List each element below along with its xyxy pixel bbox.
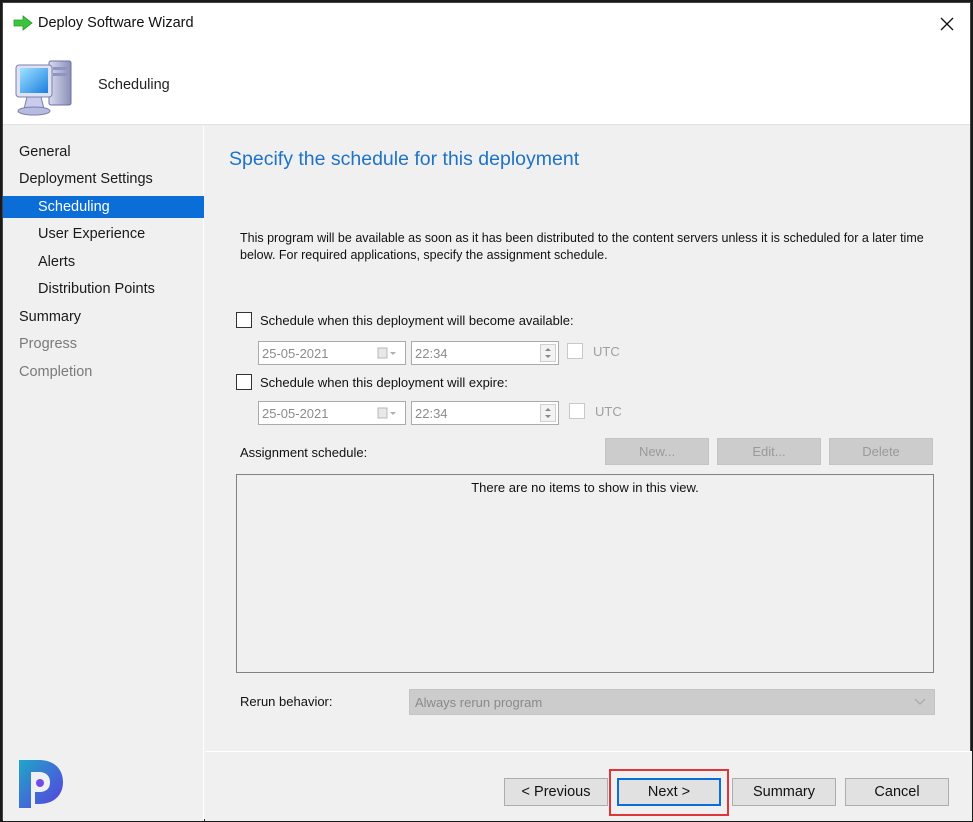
wizard-footer: < Previous Next > Summary Cancel	[205, 751, 972, 821]
sidebar-item-alerts[interactable]: Alerts	[3, 251, 204, 273]
empty-list-message: There are no items to show in this view.	[471, 480, 699, 495]
calendar-dropdown-icon	[377, 407, 397, 419]
available-checkbox-label: Schedule when this deployment will becom…	[260, 312, 574, 328]
rerun-behavior-select: Always rerun program	[409, 689, 935, 715]
sidebar-item-user-experience[interactable]: User Experience	[3, 223, 204, 245]
expire-date-value: 25-05-2021	[262, 406, 329, 421]
previous-button[interactable]: < Previous	[504, 778, 608, 806]
expire-date-picker: 25-05-2021	[258, 401, 406, 425]
assignment-schedule-list[interactable]: There are no items to show in this view.	[236, 474, 934, 673]
expire-utc-checkbox-row: UTC	[569, 403, 622, 419]
expire-checkbox[interactable]	[236, 374, 252, 390]
available-utc-checkbox-row: UTC	[567, 343, 620, 359]
new-schedule-button: New...	[605, 438, 709, 465]
edit-schedule-button: Edit...	[717, 438, 821, 465]
description-text: This program will be available as soon a…	[240, 231, 924, 262]
expire-time-value: 22:34	[415, 406, 448, 421]
wizard-window: Deploy Software Wizard Scheduling Genera…	[2, 2, 972, 821]
close-icon	[940, 17, 954, 31]
expire-checkbox-row[interactable]: Schedule when this deployment will expir…	[236, 374, 508, 390]
available-time-field: 22:34	[411, 341, 559, 365]
expire-utc-checkbox	[569, 403, 585, 419]
expire-time-field: 22:34	[411, 401, 559, 425]
rerun-behavior-label: Rerun behavior:	[240, 694, 333, 709]
wizard-steps-sidebar: General Deployment Settings Scheduling U…	[3, 126, 204, 821]
assignment-schedule-label: Assignment schedule:	[240, 445, 368, 460]
sidebar-item-progress: Progress	[19, 336, 78, 352]
delete-schedule-button: Delete	[829, 438, 933, 465]
computer-icon	[15, 60, 72, 116]
sidebar-item-deployment-settings[interactable]: Deployment Settings	[3, 168, 204, 190]
sidebar-item-summary[interactable]: Summary	[3, 306, 204, 328]
window-title: Deploy Software Wizard	[38, 15, 194, 31]
close-button[interactable]	[924, 3, 970, 45]
available-utc-checkbox	[567, 343, 583, 359]
time-spinner-icon	[540, 344, 556, 362]
available-checkbox[interactable]	[236, 312, 252, 328]
brand-logo-icon	[19, 760, 63, 808]
expire-utc-label: UTC	[595, 403, 622, 419]
available-utc-label: UTC	[593, 343, 620, 359]
expire-checkbox-label: Schedule when this deployment will expir…	[260, 374, 508, 390]
sidebar-item-general[interactable]: General	[3, 141, 204, 163]
chevron-down-icon	[914, 698, 926, 705]
step-title: Scheduling	[98, 77, 170, 93]
sidebar-item-scheduling[interactable]: Scheduling	[3, 196, 204, 218]
calendar-dropdown-icon	[377, 347, 397, 359]
available-checkbox-row[interactable]: Schedule when this deployment will becom…	[236, 312, 574, 328]
wizard-header: Scheduling	[3, 45, 970, 125]
sidebar-item-distribution-points[interactable]: Distribution Points	[3, 278, 204, 300]
summary-button[interactable]: Summary	[732, 778, 836, 806]
main-panel: Specify the schedule for this deployment…	[205, 126, 972, 751]
title-bar: Deploy Software Wizard	[3, 3, 970, 45]
next-button[interactable]: Next >	[617, 778, 721, 806]
rerun-behavior-value: Always rerun program	[415, 695, 543, 710]
time-spinner-icon	[540, 404, 556, 422]
available-date-picker: 25-05-2021	[258, 341, 406, 365]
available-time-value: 22:34	[415, 346, 448, 361]
green-arrow-icon	[13, 15, 33, 31]
cancel-button[interactable]: Cancel	[845, 778, 949, 806]
sidebar-item-completion: Completion	[19, 364, 93, 380]
available-date-value: 25-05-2021	[262, 346, 329, 361]
page-title: Specify the schedule for this deployment	[229, 148, 580, 170]
